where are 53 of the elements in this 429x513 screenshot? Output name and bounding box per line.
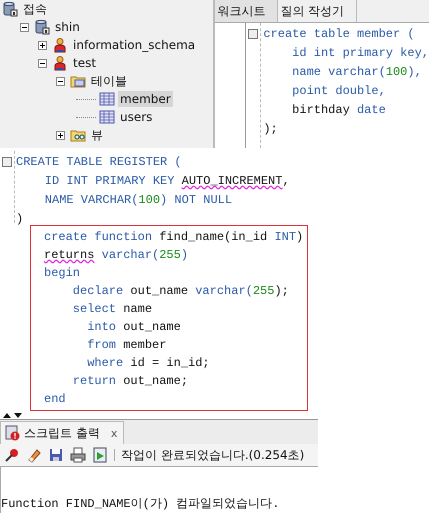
tree-item[interactable]: 접속 (21, 1, 49, 17)
eraser-icon[interactable] (26, 447, 42, 463)
code-line: id int primary key, (291, 45, 429, 62)
code-line: where id = in_id; (86, 355, 211, 372)
expander-icon[interactable] (56, 130, 65, 140)
code-line: ) (16, 211, 24, 228)
run-script-icon[interactable] (92, 447, 108, 463)
code-line: returns varchar(255) (44, 247, 190, 264)
code-line: ); (263, 121, 279, 138)
user-icon (52, 37, 68, 53)
print-icon[interactable] (70, 447, 86, 463)
code-line: end (44, 391, 67, 408)
code-line: into out_name (86, 319, 182, 336)
code-line: return out_name; (72, 373, 190, 390)
tab[interactable]: 스크립트 출력 x (0, 421, 124, 444)
script-warning-icon (5, 425, 21, 441)
code-line: name varchar(100), (291, 64, 423, 81)
code-line: from member (86, 337, 168, 354)
code-line: ID INT PRIMARY KEY AUTO_INCREMENT, (44, 173, 290, 190)
close-button[interactable]: x (110, 426, 118, 440)
tree-item[interactable]: users (118, 109, 154, 125)
expander-icon[interactable] (38, 58, 47, 68)
code-line: select name (72, 301, 154, 318)
code-line: create function find_name(in_id INT) (44, 229, 304, 246)
code-line: birthday date (291, 102, 387, 119)
tab[interactable]: 질의 작성기 (278, 0, 358, 22)
tab-label: 스크립트 출력 (24, 424, 100, 442)
tree-item[interactable]: 테이블 (89, 73, 129, 89)
code-line: point double, (291, 83, 387, 100)
code-line: begin (44, 265, 82, 282)
pin-icon[interactable] (4, 447, 20, 463)
code-line: NAME VARCHAR(100) NOT NULL (44, 192, 234, 209)
tree-item[interactable]: test (71, 55, 98, 71)
status-text: 작업이 완료되었습니다.(0.254초) (121, 446, 304, 464)
tree-item[interactable]: information_schema (71, 37, 198, 53)
expander-icon[interactable] (38, 40, 47, 50)
save-icon[interactable] (48, 447, 64, 463)
table-icon (99, 109, 115, 125)
code-editor[interactable]: create table member ( id int primary key, name varchar(100), point double, birthday date ); (215, 23, 429, 148)
splitter-arrows-icon[interactable] (2, 412, 24, 418)
code-line: CREATE TABLE REGISTER ( (16, 154, 183, 171)
expander-icon[interactable] (20, 22, 29, 32)
code-line: declare out_name varchar(255); (72, 283, 290, 300)
expander-icon[interactable] (56, 76, 65, 86)
tab[interactable]: 워크시트 (215, 0, 278, 22)
tree-item[interactable]: shin (53, 19, 82, 35)
tree-item[interactable]: 뷰 (89, 127, 105, 143)
database-icon (34, 19, 50, 35)
tree-item[interactable]: member (118, 91, 173, 107)
table-icon (99, 91, 115, 107)
user-icon (52, 55, 68, 71)
code-line: create table member ( (263, 26, 416, 43)
output-message: Function FIND_NAME이(가) 컴파일되었습니다. (1, 496, 280, 512)
